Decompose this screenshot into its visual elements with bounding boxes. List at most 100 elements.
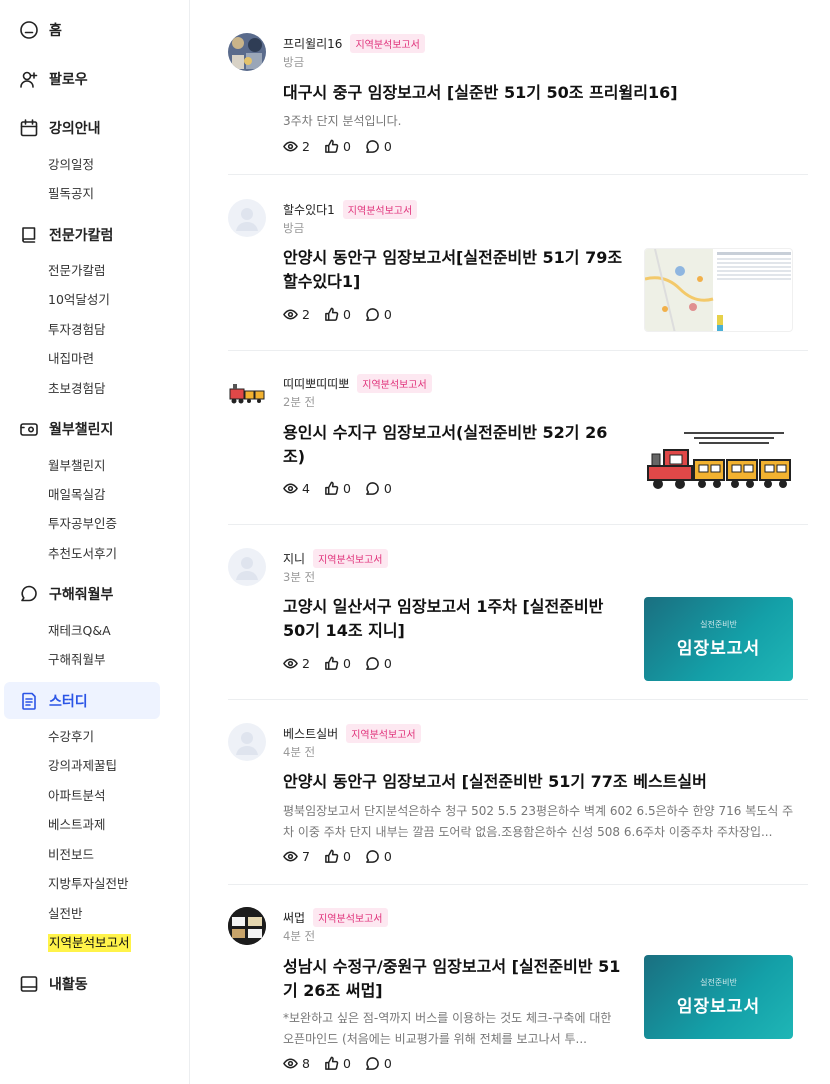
avatar[interactable] xyxy=(228,33,266,71)
nav-home[interactable]: 홈 xyxy=(4,11,160,48)
post-title[interactable]: 안양시 동안구 임장보고서 [실전준비반 51기 77조 베스트실버 xyxy=(283,770,803,794)
like-button[interactable]: 0 xyxy=(324,656,351,671)
sidebar-item-vision[interactable]: 비전보드 xyxy=(48,846,94,864)
eye-icon xyxy=(283,1058,298,1069)
eye-icon xyxy=(283,658,298,669)
post-thumbnail-report[interactable]: 실전준비반 임장보고서 xyxy=(644,597,793,681)
nav-column[interactable]: 전문가칼럼 xyxy=(4,216,160,253)
category-badge[interactable]: 지역분석보고서 xyxy=(313,548,388,568)
post-thumbnail-map[interactable] xyxy=(644,248,793,332)
category-badge[interactable]: 지역분석보고서 xyxy=(342,199,418,219)
post-title[interactable]: 대구시 중구 임장보고서 [실준반 51기 50조 프리윌리16] xyxy=(283,81,803,105)
sidebar-item-daily[interactable]: 매일목실감 xyxy=(48,486,106,504)
eye-icon xyxy=(283,483,298,494)
sidebar-item-help[interactable]: 구해줘월부 xyxy=(48,651,106,669)
sidebar-item-notice[interactable]: 필독공지 xyxy=(48,185,94,203)
post-stats: 2 0 0 xyxy=(283,307,406,322)
nav-column-label: 전문가칼럼 xyxy=(49,227,114,244)
nav-study-label: 스터디 xyxy=(49,693,88,710)
comment-icon xyxy=(366,482,379,495)
nav-study[interactable]: 스터디 xyxy=(4,682,160,719)
views-count: 4 xyxy=(302,481,310,496)
author-name[interactable]: 베스트실버 xyxy=(283,725,338,742)
category-badge[interactable]: 지역분석보고서 xyxy=(350,33,425,53)
like-button[interactable]: 0 xyxy=(324,1056,351,1071)
like-button[interactable]: 0 xyxy=(324,307,351,322)
comment-icon xyxy=(366,1057,379,1070)
post-thumbnail-train[interactable] xyxy=(644,422,793,506)
sidebar-item-local[interactable]: 지방투자실전반 xyxy=(48,875,129,893)
category-badge[interactable]: 지역분석보고서 xyxy=(346,723,421,743)
sidebar-item-qa[interactable]: 재테크Q&A xyxy=(48,622,111,640)
like-button[interactable]: 0 xyxy=(324,139,351,154)
post-stats: 2 0 0 xyxy=(283,139,406,154)
thumbs-up-icon xyxy=(325,849,339,863)
sidebar-item-apt-analysis[interactable]: 아파트분석 xyxy=(48,787,106,805)
author-name[interactable]: 써멉 xyxy=(283,909,305,926)
comment-button[interactable]: 0 xyxy=(365,849,392,864)
nav-lecture[interactable]: 강의안내 xyxy=(4,109,160,146)
avatar[interactable] xyxy=(228,723,266,761)
post-time: 방금 xyxy=(283,221,305,235)
sidebar-item-tips[interactable]: 강의과제꿀팁 xyxy=(48,757,117,775)
sidebar-item-region-report[interactable]: 지역분석보고서 xyxy=(48,934,131,952)
avatar[interactable] xyxy=(228,199,266,237)
author-name[interactable]: 띠띠뽀띠띠뽀 xyxy=(283,375,349,392)
nav-my[interactable]: 내활동 xyxy=(4,965,160,1002)
comment-button[interactable]: 0 xyxy=(365,481,392,496)
post-snippet: 평북임장보고서 단지분석은하수 청구 502 5.5 23평은하수 벽계 602… xyxy=(283,804,794,839)
views-count: 7 xyxy=(302,849,310,864)
post-time: 3분 전 xyxy=(283,570,316,584)
post-title[interactable]: 성남시 수정구/중원구 임장보고서 [실전준비반 51기 26조 써멉] xyxy=(283,955,623,1003)
sidebar-item-practice[interactable]: 실전반 xyxy=(48,905,83,923)
sidebar-item-column[interactable]: 전문가칼럼 xyxy=(48,262,106,280)
like-button[interactable]: 0 xyxy=(324,481,351,496)
author-name[interactable]: 프리윌리16 xyxy=(283,35,342,52)
like-button[interactable]: 0 xyxy=(324,849,351,864)
avatar[interactable] xyxy=(228,373,266,411)
views-stat: 8 xyxy=(283,1056,310,1071)
sidebar-item-best[interactable]: 베스트과제 xyxy=(48,816,106,834)
sidebar-item-home-buy[interactable]: 내집마련 xyxy=(48,350,94,368)
sidebar-item-study-cert[interactable]: 투자공부인증 xyxy=(48,515,117,533)
comment-button[interactable]: 0 xyxy=(365,139,392,154)
nav-challenge-label: 월부챌린지 xyxy=(49,421,114,438)
post-stats: 7 0 0 xyxy=(283,849,406,864)
nav-follow[interactable]: 팔로우 xyxy=(4,60,160,97)
sidebar-item-invest-story[interactable]: 투자경험담 xyxy=(48,321,106,339)
comments-count: 0 xyxy=(383,849,392,864)
sidebar-item-challenge[interactable]: 월부챌린지 xyxy=(48,457,106,475)
nav-help[interactable]: 구해줘월부 xyxy=(4,575,160,612)
inbox-icon xyxy=(18,973,40,995)
post-time: 2분 전 xyxy=(283,395,316,409)
post-thumbnail-report[interactable]: 실전준비반 임장보고서 xyxy=(644,955,793,1039)
sidebar-item-lecture-schedule[interactable]: 강의일정 xyxy=(48,156,94,174)
post-title[interactable]: 용인시 수지구 임장보고서(실전준비반 52기 26조) xyxy=(283,421,613,469)
sidebar-item-beginner[interactable]: 초보경험담 xyxy=(48,380,106,398)
nav-help-label: 구해줘월부 xyxy=(49,586,114,603)
post-time: 4분 전 xyxy=(283,745,316,759)
views-count: 8 xyxy=(302,1056,310,1071)
post-title[interactable]: 안양시 동안구 임장보고서[실전준비반 51기 79조 할수있다1] xyxy=(283,246,623,294)
avatar[interactable] xyxy=(228,548,266,586)
sidebar-item-review[interactable]: 수강후기 xyxy=(48,728,94,746)
views-stat: 7 xyxy=(283,849,310,864)
comment-button[interactable]: 0 xyxy=(365,656,392,671)
avatar[interactable] xyxy=(228,907,266,945)
eye-icon xyxy=(283,309,298,320)
nav-challenge[interactable]: 월부챌린지 xyxy=(4,410,160,447)
comment-icon xyxy=(366,850,379,863)
category-badge[interactable]: 지역분석보고서 xyxy=(357,373,432,393)
category-badge[interactable]: 지역분석보고서 xyxy=(313,907,388,927)
sidebar-item-billion[interactable]: 10억달성기 xyxy=(48,291,110,309)
post-title[interactable]: 고양시 일산서구 임장보고서 1주차 [실전준비반 50기 14조 지니] xyxy=(283,595,613,643)
comments-count: 0 xyxy=(383,481,392,496)
comment-icon xyxy=(366,308,379,321)
sidebar-item-book-review[interactable]: 추천도서후기 xyxy=(48,545,117,563)
comment-button[interactable]: 0 xyxy=(365,307,392,322)
comment-button[interactable]: 0 xyxy=(365,1056,392,1071)
author-name[interactable]: 지니 xyxy=(283,550,305,567)
author-name[interactable]: 할수있다1 xyxy=(283,201,335,218)
nav-my-label: 내활동 xyxy=(49,976,88,993)
views-stat: 4 xyxy=(283,481,310,496)
